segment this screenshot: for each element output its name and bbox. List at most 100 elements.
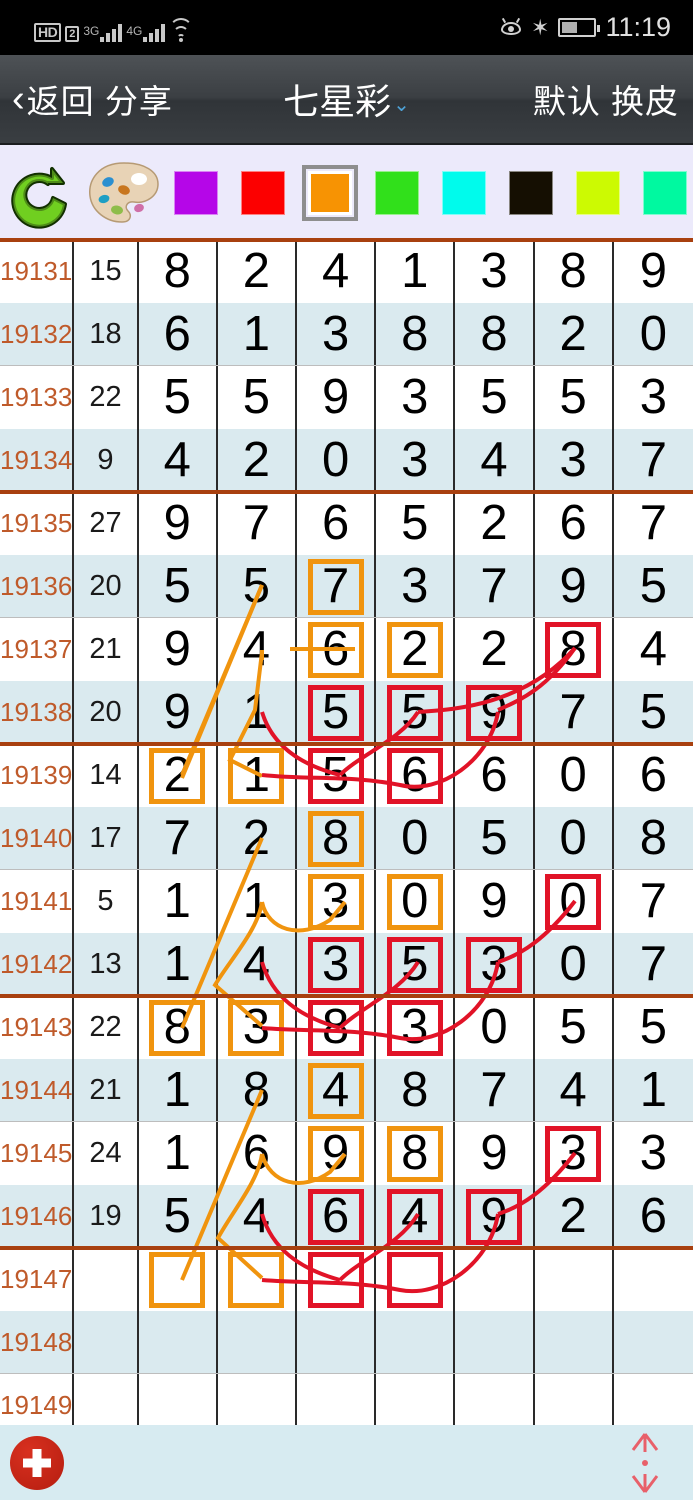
row-digit-cell[interactable] xyxy=(614,1248,693,1311)
table-row[interactable]: 19143 22 8 3 8 3 0 5 5 xyxy=(0,994,693,1059)
table-row[interactable]: 19148 xyxy=(0,1311,693,1374)
row-digit-cell[interactable]: 6 xyxy=(139,303,218,366)
row-digit-cell[interactable]: 7 xyxy=(139,807,218,870)
row-digit-cell[interactable] xyxy=(376,1311,456,1374)
row-digit-cell[interactable]: 9 xyxy=(455,681,535,744)
row-digit-cell[interactable]: 8 xyxy=(376,1059,456,1122)
row-digit-cell[interactable]: 8 xyxy=(376,1122,456,1185)
row-digit-cell[interactable]: 8 xyxy=(376,303,456,366)
row-digit-cell[interactable]: 7 xyxy=(614,870,693,933)
row-digit-cell[interactable]: 3 xyxy=(218,996,298,1059)
row-digit-cell[interactable]: 9 xyxy=(535,555,614,618)
row-digit-cell[interactable]: 4 xyxy=(218,933,298,996)
row-digit-cell[interactable]: 2 xyxy=(218,240,298,303)
row-digit-cell[interactable]: 1 xyxy=(218,681,298,744)
row-digit-cell[interactable]: 8 xyxy=(297,996,377,1059)
row-digit-cell[interactable]: 3 xyxy=(614,1122,693,1185)
row-digit-cell[interactable]: 9 xyxy=(297,1122,377,1185)
table-row[interactable]: 19140 17 7 2 8 0 5 0 8 xyxy=(0,807,693,870)
row-digit-cell[interactable]: 6 xyxy=(297,1185,377,1248)
row-digit-cell[interactable]: 8 xyxy=(218,1059,298,1122)
row-digit-cell[interactable]: 3 xyxy=(297,303,377,366)
row-digit-cell[interactable]: 6 xyxy=(614,1185,693,1248)
row-digit-cell[interactable]: 0 xyxy=(455,996,535,1059)
scroll-up-down-icon[interactable] xyxy=(625,1432,665,1494)
row-digit-cell[interactable]: 0 xyxy=(535,870,614,933)
row-digit-cell[interactable]: 1 xyxy=(376,240,456,303)
row-digit-cell[interactable]: 5 xyxy=(376,681,456,744)
row-digit-cell[interactable]: 7 xyxy=(297,555,377,618)
row-digit-cell[interactable]: 1 xyxy=(218,744,298,807)
table-row[interactable]: 19132 18 6 1 3 8 8 2 0 xyxy=(0,303,693,366)
row-digit-cell[interactable]: 9 xyxy=(614,240,693,303)
row-digit-cell[interactable]: 2 xyxy=(535,303,614,366)
row-digit-cell[interactable]: 1 xyxy=(139,1059,218,1122)
row-digit-cell[interactable]: 2 xyxy=(535,1185,614,1248)
row-digit-cell[interactable]: 8 xyxy=(535,240,614,303)
row-digit-cell[interactable]: 5 xyxy=(218,555,298,618)
back-button[interactable]: ‹ 返回 分享 xyxy=(0,75,173,123)
row-digit-cell[interactable]: 5 xyxy=(455,807,535,870)
row-digit-cell[interactable]: 7 xyxy=(614,933,693,996)
row-digit-cell[interactable]: 9 xyxy=(455,870,535,933)
row-digit-cell[interactable]: 3 xyxy=(535,1122,614,1185)
row-digit-cell[interactable]: 1 xyxy=(139,933,218,996)
row-digit-cell[interactable] xyxy=(535,1311,614,1374)
row-digit-cell[interactable]: 4 xyxy=(535,1059,614,1122)
swatch-purple[interactable] xyxy=(174,170,218,215)
row-digit-cell[interactable] xyxy=(218,1311,298,1374)
table-row[interactable]: 19135 27 9 7 6 5 2 6 7 xyxy=(0,490,693,555)
add-plus-icon[interactable] xyxy=(10,1435,64,1490)
row-digit-cell[interactable]: 8 xyxy=(297,807,377,870)
theme-switch-button[interactable]: 默认 换皮 xyxy=(533,75,693,123)
row-digit-cell[interactable]: 3 xyxy=(614,366,693,429)
row-digit-cell[interactable]: 3 xyxy=(376,429,456,492)
refresh-icon[interactable] xyxy=(8,157,80,229)
row-digit-cell[interactable]: 5 xyxy=(218,366,298,429)
row-digit-cell[interactable]: 6 xyxy=(218,1122,298,1185)
swatch-red[interactable] xyxy=(241,170,285,215)
table-row[interactable]: 19144 21 1 8 4 8 7 4 1 xyxy=(0,1059,693,1122)
row-digit-cell[interactable]: 9 xyxy=(455,1185,535,1248)
row-digit-cell[interactable]: 1 xyxy=(218,303,298,366)
row-digit-cell[interactable] xyxy=(139,1311,218,1374)
row-digit-cell[interactable]: 2 xyxy=(218,429,298,492)
row-digit-cell[interactable] xyxy=(455,1248,535,1311)
row-digit-cell[interactable] xyxy=(218,1248,298,1311)
row-digit-cell[interactable]: 0 xyxy=(614,303,693,366)
row-digit-cell[interactable]: 8 xyxy=(614,807,693,870)
row-digit-cell[interactable]: 0 xyxy=(376,807,456,870)
swatch-springgreen[interactable] xyxy=(643,170,687,215)
row-digit-cell[interactable]: 5 xyxy=(139,366,218,429)
row-digit-cell[interactable]: 5 xyxy=(614,996,693,1059)
row-digit-cell[interactable] xyxy=(535,1248,614,1311)
row-digit-cell[interactable]: 9 xyxy=(139,681,218,744)
row-digit-cell[interactable]: 8 xyxy=(535,618,614,681)
row-digit-cell[interactable]: 5 xyxy=(376,492,456,555)
row-digit-cell[interactable]: 2 xyxy=(455,618,535,681)
row-digit-cell[interactable]: 7 xyxy=(455,555,535,618)
row-digit-cell[interactable]: 4 xyxy=(455,429,535,492)
table-row[interactable]: 19134 9 4 2 0 3 4 3 7 xyxy=(0,429,693,492)
row-digit-cell[interactable]: 4 xyxy=(297,240,377,303)
swatch-orange[interactable] xyxy=(302,164,358,221)
row-digit-cell[interactable]: 1 xyxy=(139,1122,218,1185)
table-row[interactable]: 19139 14 2 1 5 6 6 0 6 xyxy=(0,742,693,807)
row-digit-cell[interactable]: 1 xyxy=(139,870,218,933)
row-digit-cell[interactable]: 9 xyxy=(455,1122,535,1185)
row-digit-cell[interactable]: 7 xyxy=(614,492,693,555)
swatch-green[interactable] xyxy=(375,170,419,215)
table-row[interactable]: 19147 xyxy=(0,1246,693,1311)
palette-icon[interactable] xyxy=(84,158,164,228)
table-row[interactable]: 19146 19 5 4 6 4 9 2 6 xyxy=(0,1185,693,1248)
row-digit-cell[interactable]: 7 xyxy=(535,681,614,744)
row-digit-cell[interactable]: 1 xyxy=(614,1059,693,1122)
row-digit-cell[interactable]: 2 xyxy=(218,807,298,870)
row-digit-cell[interactable]: 7 xyxy=(218,492,298,555)
row-digit-cell[interactable]: 6 xyxy=(614,744,693,807)
row-digit-cell[interactable]: 8 xyxy=(455,303,535,366)
row-digit-cell[interactable]: 4 xyxy=(218,618,298,681)
row-digit-cell[interactable]: 5 xyxy=(535,366,614,429)
row-digit-cell[interactable]: 7 xyxy=(614,429,693,492)
row-digit-cell[interactable]: 5 xyxy=(297,744,377,807)
